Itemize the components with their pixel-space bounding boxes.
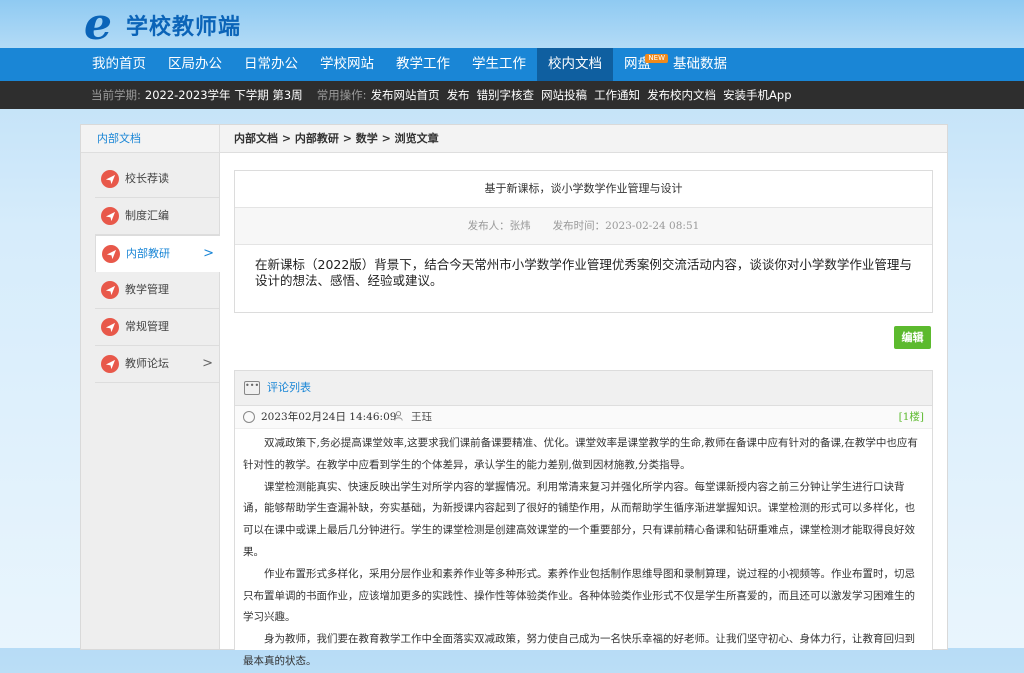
sub-nav: 当前学期: 2022-2023学年 下学期 第3周 常用操作: 发布网站首页 发… [0,81,1024,109]
brand-name: 学校教师端 [126,15,242,40]
term-value: 2022-2023学年 下学期 第3周 [144,88,303,102]
brand-logo[interactable]: e 学校教师端 [84,0,242,50]
comment-list-header: ••• 评论列表 [235,371,932,406]
comment-date: 2023年02月24日 14:46:09 [261,411,397,423]
term-label: 当前学期: [91,88,141,102]
sidebar-item-routine-mgmt[interactable]: 常规管理 [95,309,219,346]
chevron-right-icon: > [202,356,213,371]
paper-plane-icon [101,318,119,336]
comment-paragraph: 课堂检测能真实、快速反映出学生对所学内容的掌握情况。利用常清来复习并强化所学内容… [243,480,915,558]
nav-item-basedata[interactable]: 基础数据 [662,48,738,81]
sidebar: 校长荐读 制度汇编 内部教研 > 教学管理 常规管理 教师论坛 > [81,153,220,649]
nav-item-website[interactable]: 学校网站 [309,48,385,81]
sidebar-title: 内部文档 [97,132,141,145]
logo-e-icon: e [84,0,112,50]
nav-item-netdisk[interactable]: 网盘 NEW [613,48,668,81]
sidebar-item-label: 常规管理 [125,320,169,333]
nav-item-home[interactable]: 我的首页 [81,48,157,81]
clock-icon [243,411,255,423]
sidebar-item-label: 教师论坛 [125,357,169,370]
comment-floor: [1楼] [898,411,924,423]
sidebar-item-regulations[interactable]: 制度汇编 [95,198,219,235]
sidebar-item-label: 教学管理 [125,283,169,296]
panel-header: 内部文档 内部文档 > 内部教研 > 数学 > 浏览文章 [81,125,947,153]
publish-time: 2023-02-24 08:51 [605,220,700,232]
comment-list: ••• 评论列表 2023年02月24日 14:46:09 王珏 [1楼] 双减… [234,370,933,667]
paper-plane-icon [101,170,119,188]
sidebar-item-label: 内部教研 [126,247,170,260]
comment-paragraph: 双减政策下,务必提高课堂效率,这要求我们课前备课要精准、优化。课堂效率是课堂教学… [243,437,918,471]
quick-ops: 发布网站首页 发布 错别字核查 网站投稿 工作通知 发布校内文档 安装手机App [371,81,799,109]
comment-list-title: 评论列表 [267,381,311,394]
sidebar-item-teacher-forum[interactable]: 教师论坛 > [95,346,219,383]
paper-plane-icon [101,355,119,373]
edit-button[interactable]: 编辑 [894,326,931,349]
time-label: 发布时间： [552,220,606,232]
paper-plane-icon [101,207,119,225]
article-body: 在新课标（2022版）背景下，结合今天常州市小学数学作业管理优秀案例交流活动内容… [255,257,912,288]
breadcrumb: 内部文档 > 内部教研 > 数学 > 浏览文章 [234,132,439,145]
ops-label: 常用操作: [316,88,367,102]
op-publish-doc[interactable]: 发布校内文档 [647,81,716,109]
article-meta: 发布人：张炜 发布时间：2023-02-24 08:51 [235,208,932,245]
header-band: e 学校教师端 [0,0,1024,48]
op-typo-check[interactable]: 错别字核查 [477,81,535,109]
comment-user[interactable]: 王珏 [411,406,432,428]
user-icon [394,411,403,421]
op-notice[interactable]: 工作通知 [594,81,640,109]
paper-plane-icon [101,281,119,299]
comment-meta: 2023年02月24日 14:46:09 王珏 [1楼] [235,406,932,429]
article-title: 基于新课标，谈小学数学作业管理与设计 [235,171,932,208]
op-submit[interactable]: 网站投稿 [541,81,587,109]
op-publish-homepage[interactable]: 发布网站首页 [371,81,440,109]
sidebar-item-label: 校长荐读 [125,172,169,185]
op-install-app[interactable]: 安装手机App [723,81,791,109]
comment-paragraph: 作业布置形式多样化，采用分层作业和素养作业等多种形式。素养作业包括制作思维导图和… [243,567,915,624]
sidebar-item-label: 制度汇编 [125,209,169,222]
nav-item-documents[interactable]: 校内文档 [537,48,613,81]
header-divider [219,125,220,152]
paper-plane-icon [102,245,120,263]
chevron-right-icon: > [203,246,214,261]
comment-paragraph: 身为教师，我们要在教育教学工作中全面落实双减政策，努力使自己成为一名快乐幸福的好… [243,633,915,667]
sidebar-item-teaching-mgmt[interactable]: 教学管理 [95,272,219,309]
publisher-label: 发布人： [467,220,510,232]
nav-item-district[interactable]: 区局办公 [157,48,233,81]
op-publish[interactable]: 发布 [447,81,470,109]
nav-item-teaching[interactable]: 教学工作 [385,48,461,81]
nav-item-office[interactable]: 日常办公 [233,48,309,81]
article-box: 基于新课标，谈小学数学作业管理与设计 发布人：张炜 发布时间：2023-02-24… [234,170,933,313]
sidebar-item-principal-reads[interactable]: 校长荐读 [95,161,219,198]
nav-item-students[interactable]: 学生工作 [461,48,537,81]
comment-icon: ••• [244,381,260,395]
sidebar-item-internal-research[interactable]: 内部教研 > [95,235,220,273]
content-panel: 内部文档 内部文档 > 内部教研 > 数学 > 浏览文章 校长荐读 制度汇编 内… [80,124,948,667]
publisher-name: 张炜 [509,220,531,232]
comment-body: 双减政策下,务必提高课堂效率,这要求我们课前备课要精准、优化。课堂效率是课堂教学… [235,429,932,673]
main-nav: 我的首页 区局办公 日常办公 学校网站 教学工作 学生工作 校内文档 网盘 NEW… [0,48,1024,81]
